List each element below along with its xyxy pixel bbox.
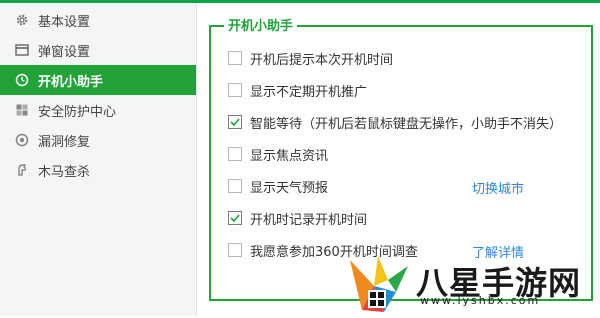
sidebar: 基本设置 弹窗设置 开机小助手 安全防护中心 漏洞修复 木马查杀 (0, 3, 197, 316)
checkmark-icon (230, 118, 240, 127)
option-label: 开机时记录开机时间 (250, 212, 368, 228)
clock-icon (14, 72, 30, 88)
watermark-url: www.lyshbx.com (420, 294, 541, 307)
option-show-news[interactable]: 显示焦点资讯 (228, 144, 328, 164)
sidebar-item-trojan-scan[interactable]: 木马查杀 (0, 155, 196, 185)
option-record-boot-time[interactable]: 开机时记录开机时间 (228, 208, 367, 228)
sidebar-item-popup-settings[interactable]: 弹窗设置 (0, 35, 196, 65)
option-show-boot-time[interactable]: 开机后提示本次开机时间 (228, 48, 393, 68)
checkmark-icon (230, 214, 240, 223)
sidebar-item-label: 木马查杀 (38, 164, 91, 180)
checkbox[interactable] (228, 147, 242, 161)
sidebar-item-label: 基本设置 (38, 14, 91, 30)
sidebar-item-label: 安全防护中心 (38, 104, 117, 120)
checkbox[interactable] (228, 83, 242, 97)
sidebar-item-label: 漏洞修复 (38, 134, 91, 150)
sidebar-item-label: 开机小助手 (38, 74, 104, 90)
groupbox-title: 开机小助手 (224, 15, 298, 34)
option-label: 显示天气预报 (250, 180, 329, 196)
switch-city-link[interactable]: 切换城市 (472, 178, 524, 197)
option-show-promotions[interactable]: 显示不定期开机推广 (228, 80, 367, 100)
sidebar-item-label: 弹窗设置 (38, 44, 91, 60)
watermark-logo-icon (344, 252, 414, 318)
option-label: 开机后提示本次开机时间 (250, 52, 394, 68)
checkbox-checked[interactable] (228, 211, 242, 225)
option-show-weather[interactable]: 显示天气预报 (228, 176, 328, 196)
option-label: 智能等待（开机后若鼠标键盘无操作，小助手不消失） (250, 116, 563, 132)
trojan-icon (14, 162, 30, 178)
sidebar-item-basic-settings[interactable]: 基本设置 (0, 5, 196, 35)
option-label: 显示焦点资讯 (250, 148, 329, 164)
option-label: 显示不定期开机推广 (250, 84, 368, 100)
checkbox[interactable] (228, 179, 242, 193)
patch-icon (14, 132, 30, 148)
checkbox[interactable] (228, 51, 242, 65)
gear-icon (14, 12, 30, 28)
option-smart-wait[interactable]: 智能等待（开机后若鼠标键盘无操作，小助手不消失） (228, 112, 562, 132)
checkbox[interactable] (228, 243, 242, 257)
checkbox-checked[interactable] (228, 115, 242, 129)
sidebar-item-security-center[interactable]: 安全防护中心 (0, 95, 196, 125)
sidebar-item-vulnerability-fix[interactable]: 漏洞修复 (0, 125, 196, 155)
window-icon (14, 42, 30, 58)
sidebar-item-boot-assistant[interactable]: 开机小助手 (0, 65, 196, 95)
shield-icon (14, 102, 30, 118)
